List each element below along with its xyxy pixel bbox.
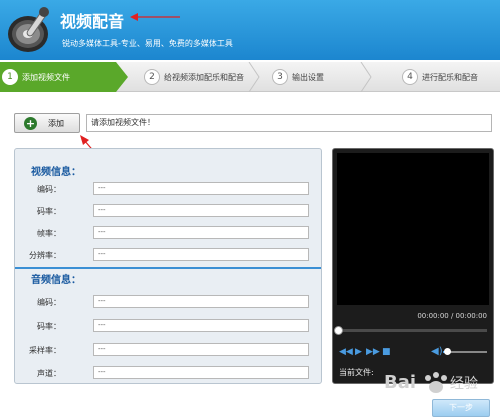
step-number: 1 <box>2 69 18 85</box>
audio-channels-field[interactable]: --- <box>93 366 309 379</box>
video-preview[interactable] <box>337 153 489 305</box>
app-title: 视频配音 <box>60 12 125 31</box>
play-icon[interactable]: ▶ <box>355 347 362 357</box>
add-button-label: 添加 <box>48 118 64 128</box>
audio-codec-field[interactable]: --- <box>93 295 309 308</box>
stop-icon[interactable]: ■ <box>382 347 391 357</box>
progress-handle[interactable] <box>334 326 343 335</box>
progress-bar[interactable] <box>339 329 487 332</box>
video-codec-field[interactable]: --- <box>93 182 309 195</box>
steps-bar: 1 添加视频文件 2 给视频添加配乐和配音 3 输出设置 4 进行配乐和配音 <box>0 62 500 92</box>
step-3[interactable]: 3 输出设置 <box>272 62 324 92</box>
audio-info-title: 音频信息： <box>31 275 81 286</box>
baidu-watermark-logo: Bai 经验 <box>384 372 478 393</box>
chevron-right-icon <box>248 62 260 92</box>
step-label: 添加视频文件 <box>22 72 70 82</box>
svg-text:经验: 经验 <box>450 376 478 392</box>
video-codec-label: 编码： <box>37 185 61 194</box>
video-resolution-field[interactable]: --- <box>93 248 309 261</box>
step-label: 给视频添加配乐和配音 <box>164 72 244 82</box>
step-label: 进行配乐和配音 <box>422 72 478 82</box>
app-header: 视频配音 锐动多媒体工具-专业、易用、免费的多媒体工具 <box>0 0 500 60</box>
svg-text:Bai: Bai <box>384 372 416 393</box>
chevron-right-icon <box>360 62 372 92</box>
video-resolution-label: 分辨率： <box>29 251 61 260</box>
audio-samplerate-label: 采样率： <box>29 346 61 355</box>
step-number: 4 <box>402 69 418 85</box>
current-file-label: 当前文件: <box>339 368 374 377</box>
step-number: 2 <box>144 69 160 85</box>
audio-bitrate-label: 码率： <box>37 322 61 331</box>
audio-samplerate-field[interactable]: --- <box>93 343 309 356</box>
fast-forward-icon[interactable]: ▶▶ <box>366 347 380 357</box>
time-display: 00:00:00 / 00:00:00 <box>417 312 487 320</box>
volume-handle[interactable] <box>444 348 451 355</box>
video-bitrate-label: 码率： <box>37 207 61 216</box>
audio-channels-label: 声道： <box>37 369 61 378</box>
step-number: 3 <box>272 69 288 85</box>
audio-codec-label: 编码： <box>37 298 61 307</box>
media-info-panel: 视频信息： 编码： --- 码率： --- 帧率： --- 分辨率： --- 音… <box>14 148 322 384</box>
volume-icon[interactable]: ◀) <box>431 346 443 357</box>
audio-bitrate-field[interactable]: --- <box>93 319 309 332</box>
video-framerate-label: 帧率： <box>37 229 61 238</box>
video-info-title: 视频信息： <box>31 167 81 178</box>
app-subtitle: 锐动多媒体工具-专业、易用、免费的多媒体工具 <box>62 39 233 48</box>
add-video-button[interactable]: + 添加 <box>14 113 80 133</box>
step-label: 输出设置 <box>292 72 324 82</box>
next-button[interactable]: 下一步 <box>432 399 490 417</box>
step-1[interactable]: 1 添加视频文件 <box>2 62 70 92</box>
video-player: 00:00:00 / 00:00:00 ◀◀ ▶ ▶▶ ■ ◀) 当前文件: <box>332 148 494 384</box>
app-logo-icon <box>8 7 49 52</box>
step-2[interactable]: 2 给视频添加配乐和配音 <box>144 62 244 92</box>
rewind-icon[interactable]: ◀◀ <box>339 347 353 357</box>
plus-icon: + <box>24 116 37 130</box>
video-framerate-field[interactable]: --- <box>93 226 309 239</box>
step-4[interactable]: 4 进行配乐和配音 <box>402 62 478 92</box>
annotation-arrow-icon <box>130 13 180 21</box>
video-file-field[interactable]: 请添加视频文件！ <box>86 114 492 132</box>
video-bitrate-field[interactable]: --- <box>93 204 309 217</box>
section-divider <box>15 267 321 269</box>
